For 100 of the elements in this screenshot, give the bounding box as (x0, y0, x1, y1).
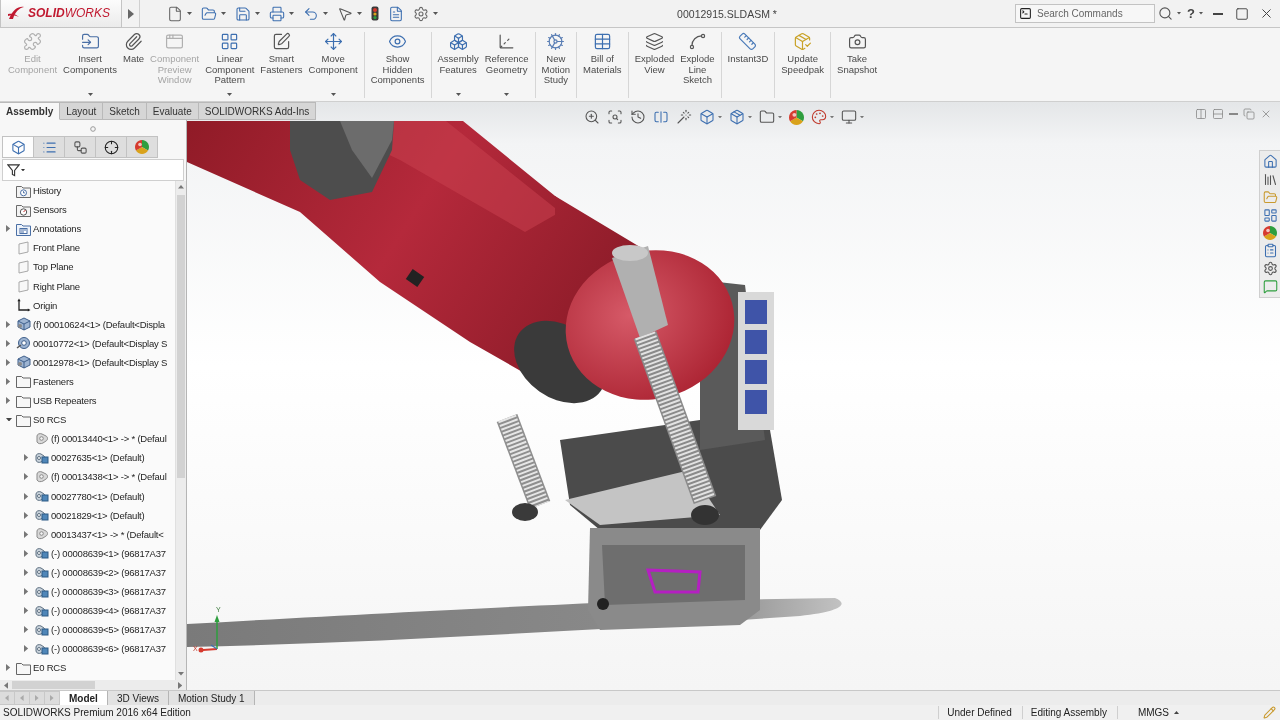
expand-arrow-icon[interactable] (24, 454, 29, 462)
hide-show-button[interactable] (758, 108, 783, 126)
home-icon[interactable] (1262, 154, 1278, 169)
tree-item[interactable]: Sensors (3, 200, 67, 220)
tree-item[interactable]: 00013437<1> -> * (Default< (21, 524, 164, 544)
tree-item[interactable]: 00010772<1> (Default<Display S (3, 333, 168, 353)
tree-item[interactable]: (f) 00013440<1> -> * (Defaul (21, 429, 167, 449)
view-orientation-button[interactable] (698, 108, 723, 126)
ribbon-button[interactable]: Bill of Materials (580, 32, 625, 98)
tree-item[interactable]: (-) 00008639<1> (96817A37 (21, 543, 166, 563)
tree-item[interactable]: (f) 00013438<1> -> * (Defaul (21, 467, 167, 487)
tree-item[interactable]: (-) 00008639<4> (96817A37 (21, 601, 166, 621)
filter-icon[interactable] (7, 163, 20, 177)
annotation-views-button[interactable] (675, 108, 693, 126)
tree-item[interactable]: 00021829<1> (Default) (21, 505, 145, 525)
tree-item[interactable]: 00027635<1> (Default) (21, 448, 145, 468)
tree-item[interactable]: Front Plane (3, 238, 80, 258)
tree-item[interactable]: (-) 00008639<3> (96817A37 (21, 581, 166, 602)
rebuild-button[interactable] (370, 5, 380, 22)
ribbon-button[interactable]: Linear Component Pattern (202, 32, 258, 98)
section-view-button[interactable] (652, 108, 670, 126)
tree-item[interactable]: Annotations (3, 219, 81, 239)
ribbon-button[interactable]: New Motion Study (538, 32, 574, 98)
scene-button[interactable] (810, 108, 835, 126)
tree-item[interactable]: Right Plane (3, 276, 80, 296)
dashboard-icon[interactable] (1262, 208, 1278, 223)
new-file-button[interactable] (166, 4, 193, 23)
scrollbar-thumb[interactable] (12, 681, 96, 689)
tree-item[interactable]: Top Plane (3, 257, 74, 277)
logo-button[interactable]: SOLIDWORKS (0, 0, 122, 28)
ribbon-button[interactable]: Explode Line Sketch (677, 32, 718, 98)
appearance-button[interactable] (788, 108, 805, 126)
command-tab[interactable]: SOLIDWORKS Add-Ins (198, 102, 317, 120)
ribbon-button[interactable]: Smart Fasteners (257, 32, 306, 98)
ribbon-button[interactable]: Insert Components (60, 32, 120, 98)
vertical-scrollbar[interactable] (175, 181, 186, 680)
expand-arrow-icon[interactable] (24, 645, 29, 653)
file-properties-button[interactable] (387, 4, 405, 23)
tree-item[interactable]: (-) 00008639<2> (96817A37 (21, 562, 166, 582)
split-vertical-icon[interactable] (1195, 108, 1207, 120)
ribbon-button[interactable]: Take Snapshot (834, 32, 881, 98)
expand-arrow-icon[interactable] (6, 320, 11, 328)
tree-item[interactable]: Origin (3, 295, 58, 315)
command-tab[interactable]: Layout (60, 102, 104, 120)
panel-tab[interactable] (95, 136, 127, 158)
tree-item[interactable]: (-) 00008639<5> (96817A37 (21, 620, 166, 640)
ribbon-button[interactable]: Move Component (305, 32, 361, 98)
tree-item[interactable]: S0 RCS (3, 410, 67, 430)
search-field[interactable]: Search Commands (1015, 4, 1156, 23)
zoom-to-fit-button[interactable] (583, 108, 601, 126)
tree-item[interactable]: 00012978<1> (Default<Display S (3, 352, 168, 372)
expand-arrow-icon[interactable] (24, 568, 29, 576)
expand-arrow-icon[interactable] (24, 511, 29, 519)
message-icon[interactable] (1262, 279, 1278, 294)
split-horizontal-icon[interactable] (1212, 108, 1224, 120)
scrollbar-thumb[interactable] (177, 194, 185, 478)
ribbon-button[interactable]: Update Speedpak (778, 32, 828, 98)
options-button[interactable] (412, 4, 439, 23)
command-tab[interactable]: Assembly (0, 102, 61, 120)
view-settings-button[interactable] (840, 108, 865, 126)
clipboard-list-icon[interactable] (1262, 243, 1278, 258)
previous-view-button[interactable] (629, 108, 647, 126)
expand-arrow-icon[interactable] (24, 588, 29, 595)
document-tab[interactable]: Motion Study 1 (168, 691, 255, 705)
color-ball-icon[interactable] (1263, 226, 1277, 240)
ribbon-button[interactable]: Exploded View (631, 32, 678, 98)
expand-arrow-icon[interactable] (24, 607, 29, 615)
expand-arrow-icon[interactable] (24, 492, 29, 500)
document-tab[interactable]: 3D Views (107, 691, 169, 705)
expand-arrow-icon[interactable] (24, 626, 29, 634)
tree-item[interactable]: (f) 00010624<1> (Default<Displa (3, 314, 165, 334)
tree-item[interactable]: Fasteners (3, 371, 74, 392)
settings-icon[interactable] (1262, 261, 1278, 276)
document-tab[interactable]: Model (60, 691, 108, 705)
zoom-to-area-button[interactable] (606, 108, 624, 126)
horizontal-scrollbar[interactable] (0, 680, 186, 690)
expand-arrow-icon[interactable] (6, 358, 11, 366)
display-style-button[interactable] (728, 108, 753, 126)
save-button[interactable] (234, 4, 261, 23)
help-button[interactable]: ? (1184, 5, 1206, 22)
expand-arrow-icon[interactable] (6, 225, 11, 233)
expand-arrow-icon[interactable] (24, 530, 29, 538)
ribbon-button[interactable]: Assembly Features (434, 32, 482, 98)
ribbon-button[interactable]: Reference Geometry (481, 32, 532, 98)
ribbon-button[interactable]: Show Hidden Components (367, 32, 428, 98)
command-tab[interactable]: Evaluate (146, 102, 199, 120)
close-icon[interactable] (1260, 108, 1272, 120)
tree-item[interactable]: 00027780<1> (Default) (21, 486, 145, 506)
tree-item[interactable]: E0 RCS (3, 658, 67, 678)
expand-arrow-icon[interactable] (6, 664, 11, 672)
open-button[interactable] (200, 4, 227, 23)
print-button[interactable] (268, 4, 295, 23)
expand-arrow-icon[interactable] (6, 339, 11, 347)
expand-arrow-icon[interactable] (24, 473, 29, 481)
command-tab[interactable]: Sketch (103, 102, 147, 120)
unit-system-button[interactable]: MMGS (1116, 706, 1185, 719)
tree-item[interactable]: (-) 00008639<6> (96817A37 (21, 639, 166, 659)
collapse-arrow-icon[interactable] (5, 417, 12, 422)
library-icon[interactable] (1262, 172, 1278, 187)
ribbon-button[interactable]: Instant3D (724, 32, 772, 98)
